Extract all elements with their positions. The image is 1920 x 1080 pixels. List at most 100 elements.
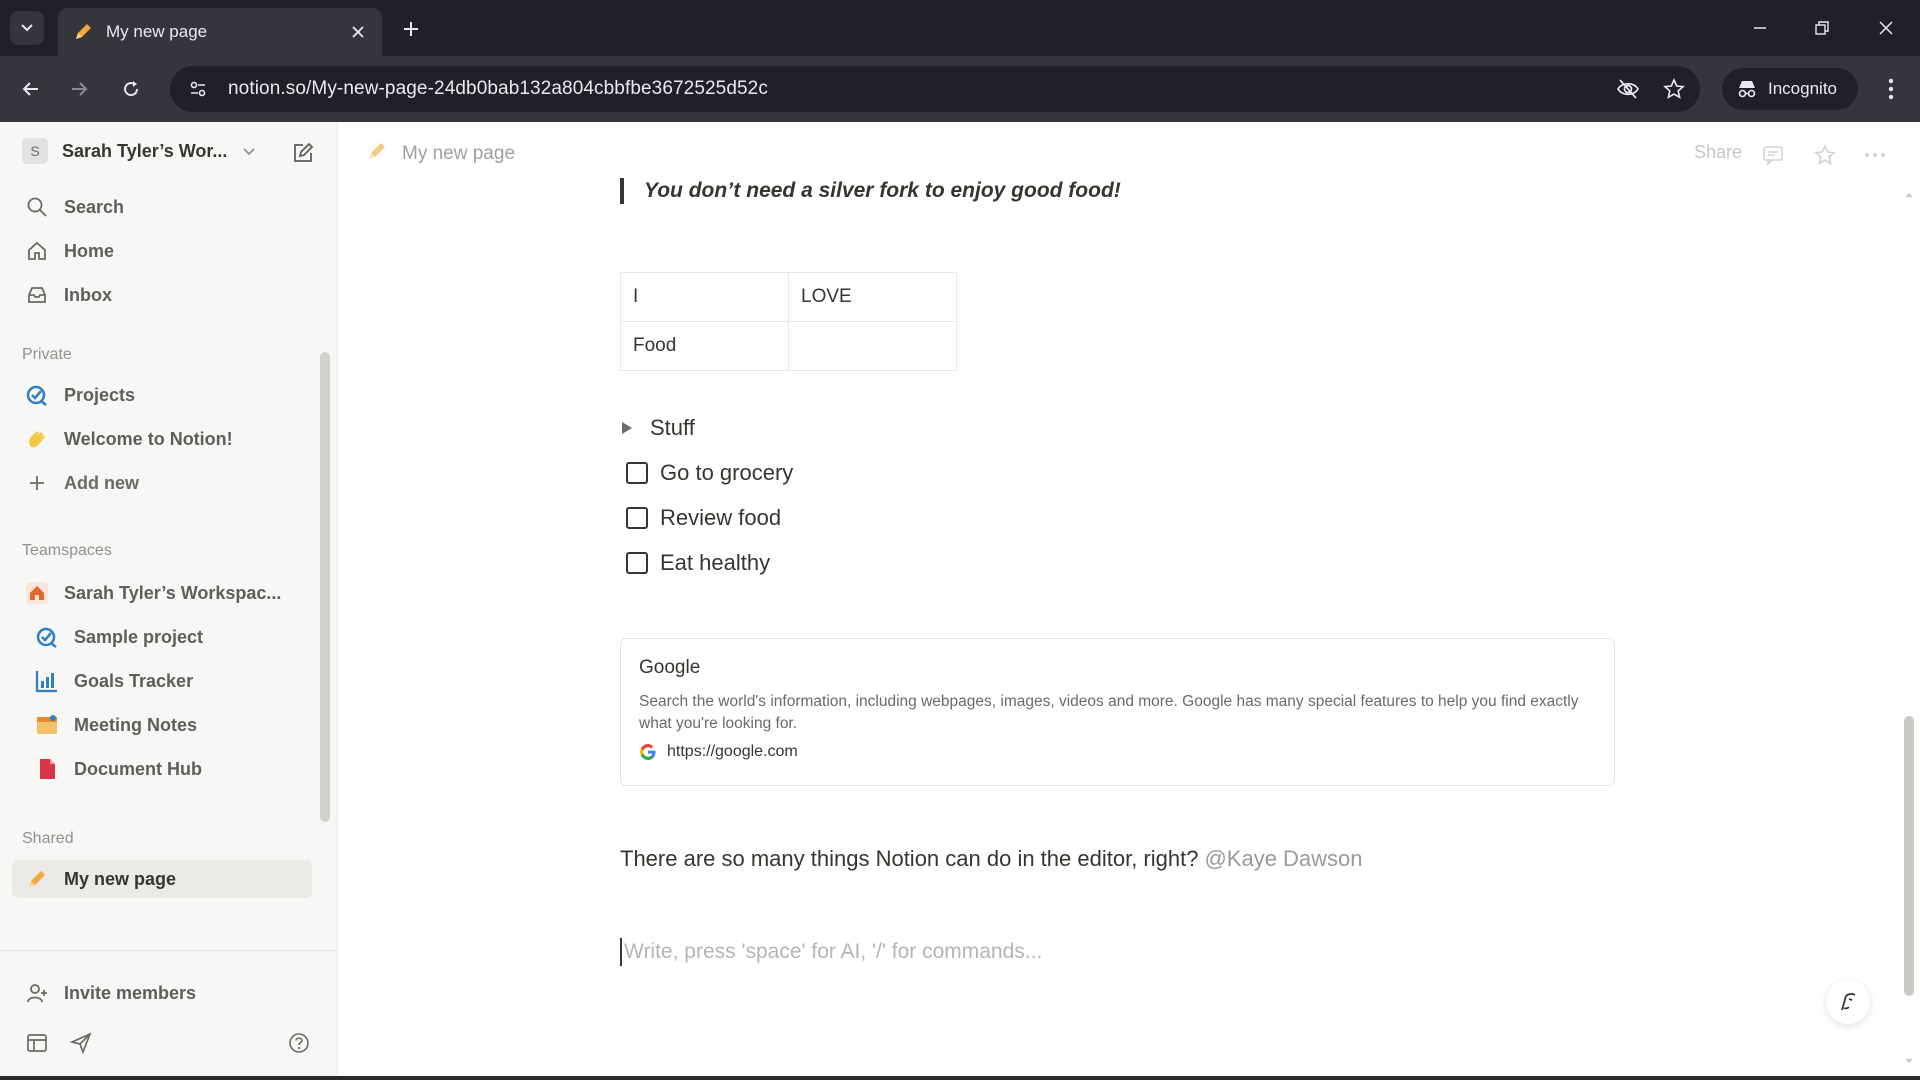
todo-item[interactable]: Eat healthy: [626, 546, 770, 580]
ai-face-icon: [1841, 993, 1856, 1011]
more-options-icon[interactable]: [1858, 138, 1892, 172]
eye-slash-icon[interactable]: [1608, 69, 1648, 109]
toggle-block[interactable]: Stuff: [620, 411, 695, 445]
todo-checkbox[interactable]: [626, 552, 648, 574]
sidebar-item-home[interactable]: Home: [12, 232, 312, 270]
close-tab-icon[interactable]: [348, 22, 368, 42]
sidebar-item-search[interactable]: Search: [12, 188, 312, 226]
page-scrollbar-thumb[interactable]: [1904, 716, 1914, 996]
browser-menu-icon[interactable]: [1874, 72, 1908, 106]
sidebar-item-label: Welcome to Notion!: [64, 428, 233, 449]
forward-icon[interactable]: [60, 70, 98, 108]
sidebar-scrollbar[interactable]: [320, 352, 330, 822]
toggle-triangle-icon[interactable]: [620, 420, 650, 436]
sidebar-item-add-new[interactable]: Add new: [12, 464, 312, 502]
table-cell[interactable]: Food: [620, 321, 789, 371]
paragraph-block[interactable]: There are so many things Notion can do i…: [620, 846, 1363, 872]
workspace-switcher[interactable]: S Sarah Tyler’s Wor...: [12, 132, 328, 170]
todo-label: Go to grocery: [660, 460, 794, 485]
chart-icon: [34, 668, 60, 694]
teamspace-home-icon: [24, 580, 50, 606]
chevron-down-icon: [243, 148, 256, 156]
sidebar-item-sample-project[interactable]: Sample project: [22, 618, 312, 656]
bookmark-link[interactable]: https://google.com: [639, 743, 1596, 761]
sidebar-item-label: My new page: [64, 868, 177, 889]
help-icon[interactable]: [284, 1028, 314, 1058]
sidebar-item-inbox[interactable]: Inbox: [12, 276, 312, 314]
browser-tab-active[interactable]: My new page: [58, 8, 382, 56]
breadcrumb-title: My new page: [402, 143, 516, 164]
placeholder-text: Write, press 'space' for AI, '/' for com…: [624, 940, 1043, 963]
reload-icon[interactable]: [112, 70, 150, 108]
todo-item[interactable]: Go to grocery: [626, 456, 793, 490]
bookmark-card[interactable]: Google Search the world's information, i…: [620, 638, 1615, 786]
new-tab-icon[interactable]: [396, 14, 426, 44]
templates-icon[interactable]: [22, 1028, 52, 1058]
sidebar-item-my-new-page[interactable]: My new page: [12, 860, 312, 898]
incognito-badge[interactable]: Incognito: [1722, 68, 1858, 110]
user-mention[interactable]: @Kaye Dawson: [1204, 846, 1362, 871]
sidebar-item-meeting-notes[interactable]: Meeting Notes: [22, 706, 312, 744]
ai-assistant-button[interactable]: [1826, 980, 1870, 1024]
bottom-edge: [0, 1076, 1920, 1080]
inbox-icon: [24, 282, 50, 308]
sidebar-item-label: Invite members: [64, 982, 197, 1003]
site-info-icon[interactable]: [186, 77, 210, 101]
todo-checkbox[interactable]: [626, 507, 648, 529]
table-cell[interactable]: LOVE: [788, 272, 957, 322]
table-row: Food: [620, 321, 957, 371]
pencil-icon: [366, 140, 388, 168]
breadcrumb[interactable]: My new page: [366, 140, 515, 168]
sidebar-item-document-hub[interactable]: Document Hub: [22, 750, 312, 788]
back-icon[interactable]: [12, 70, 50, 108]
sidebar: S Sarah Tyler’s Wor... Search Home Inbox…: [0, 122, 338, 1080]
search-icon: [24, 194, 50, 220]
browser-tab-strip: My new page: [0, 0, 1920, 56]
comments-icon[interactable]: [1756, 138, 1790, 172]
scroll-up-arrow-icon[interactable]: [1902, 190, 1916, 200]
pencil-icon: [24, 866, 50, 892]
empty-block-input[interactable]: Write, press 'space' for AI, '/' for com…: [620, 938, 1042, 966]
sidebar-item-projects[interactable]: Projects: [12, 376, 312, 414]
sidebar-item-label: Search: [64, 196, 125, 217]
send-icon[interactable]: [66, 1028, 96, 1058]
text-caret: [620, 938, 622, 966]
share-button[interactable]: Share: [1694, 142, 1742, 163]
page-topbar: My new page Share: [338, 122, 1920, 184]
incognito-label: Incognito: [1768, 79, 1837, 98]
address-bar[interactable]: notion.so/My-new-page-24db0bab132a804cbb…: [170, 66, 1700, 112]
scroll-down-arrow-icon[interactable]: [1902, 1056, 1916, 1066]
projects-icon: [34, 624, 60, 650]
bookmark-title: Google: [639, 657, 701, 678]
todo-checkbox[interactable]: [626, 462, 648, 484]
toggle-label: Stuff: [650, 415, 695, 440]
minimize-icon[interactable]: [1730, 8, 1790, 48]
workspace-avatar: S: [22, 138, 48, 164]
sidebar-item-teamspace[interactable]: Sarah Tyler’s Workspac...: [12, 574, 312, 612]
sidebar-item-goals-tracker[interactable]: Goals Tracker: [22, 662, 312, 700]
quote-block[interactable]: You don’t need a silver fork to enjoy go…: [620, 174, 1121, 208]
compose-icon: [294, 142, 314, 162]
tab-search-button[interactable]: [10, 11, 44, 45]
todo-item[interactable]: Review food: [626, 501, 781, 535]
sidebar-item-welcome[interactable]: Welcome to Notion!: [12, 420, 312, 458]
table-cell[interactable]: [788, 321, 957, 371]
table-cell[interactable]: I: [620, 272, 789, 322]
favorite-star-icon[interactable]: [1808, 138, 1842, 172]
simple-table[interactable]: I LOVE Food: [620, 272, 957, 371]
shared-heading: Shared: [22, 830, 74, 847]
bookmark-star-icon[interactable]: [1654, 69, 1694, 109]
restore-icon[interactable]: [1792, 8, 1852, 48]
wave-hand-icon: [24, 426, 50, 452]
table-row: I LOVE: [620, 272, 957, 322]
sidebar-item-label: Home: [64, 240, 115, 261]
pencil-icon: [76, 24, 91, 39]
url-text[interactable]: notion.so/My-new-page-24db0bab132a804cbb…: [228, 78, 1608, 100]
add-person-icon: [24, 980, 50, 1006]
sidebar-item-invite-members[interactable]: Invite members: [12, 974, 312, 1012]
workspace-name: Sarah Tyler’s Wor...: [62, 140, 228, 161]
private-heading: Private: [22, 346, 72, 363]
sidebar-item-label: Sample project: [74, 626, 204, 647]
new-page-button[interactable]: [286, 136, 320, 170]
close-window-icon[interactable]: [1856, 8, 1916, 48]
